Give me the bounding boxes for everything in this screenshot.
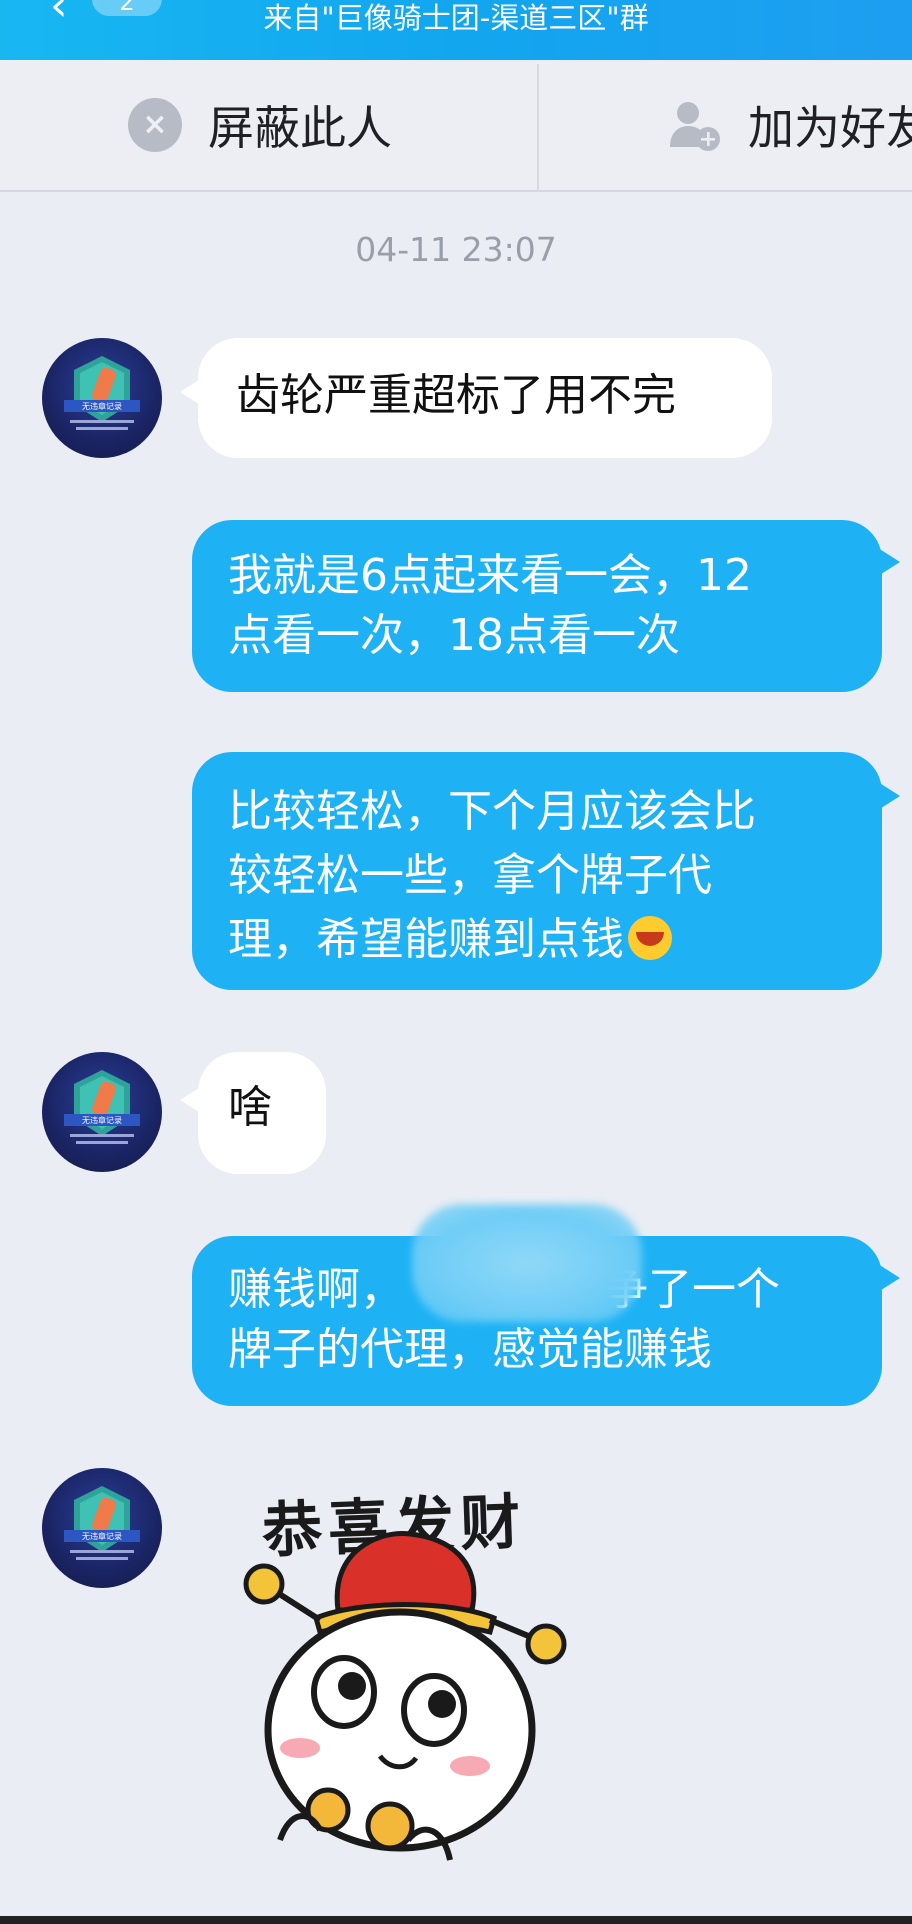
avatar-badge-text: 无违章记录: [82, 1115, 122, 1125]
bubble-tail: [878, 782, 900, 810]
bottom-edge: [0, 1916, 912, 1924]
block-user-label: 屏蔽此人: [208, 101, 392, 155]
message-bubble[interactable]: 比较轻松，下个月应该会比 较轻松一些，拿个牌子代 理，希望能赚到点钱: [192, 752, 882, 990]
message-timestamp: 04-11 23:07: [355, 230, 557, 269]
block-user-button[interactable]: × 屏蔽此人: [128, 60, 392, 190]
avatar-badge-text: 无违章记录: [82, 401, 122, 411]
message-text: 我就是6点起来看一会，12 点看一次，18点看一次: [228, 550, 752, 661]
add-friend-button[interactable]: 加为好友: [666, 60, 912, 190]
message-bubble[interactable]: 我就是6点起来看一会，12 点看一次，18点看一次: [192, 520, 882, 692]
message-bubble[interactable]: 齿轮严重超标了用不完: [198, 338, 772, 458]
stranger-action-bar: × 屏蔽此人 加为好友: [0, 60, 912, 192]
bubble-tail: [878, 1264, 900, 1292]
message-bubble[interactable]: 啥: [198, 1052, 326, 1174]
action-divider: [537, 64, 539, 190]
block-icon: ×: [128, 98, 182, 152]
message-text: 比较轻松，下个月应该会比 较轻松一些，拿个牌子代 理，希望能赚到点钱: [228, 786, 756, 965]
chat-source-title: 来自"巨像骑士团-渠道三区"群: [263, 1, 649, 35]
sender-avatar[interactable]: 无违章记录: [42, 1052, 162, 1172]
sender-avatar[interactable]: 无违章记录: [42, 338, 162, 458]
add-friend-label: 加为好友: [748, 101, 912, 155]
avatar-badge-text: 无违章记录: [82, 1531, 122, 1541]
message-text: 啥: [228, 1082, 272, 1133]
message-text: 齿轮严重超标了用不完: [236, 370, 676, 421]
chat-header: ‹ 2 来自"巨像骑士团-渠道三区"群: [0, 0, 912, 60]
redaction-blur: [412, 1204, 642, 1322]
laughing-emoji-icon: [628, 916, 672, 960]
bubble-tail: [878, 548, 900, 576]
sender-avatar[interactable]: 无违章记录: [42, 1468, 162, 1588]
god-of-wealth-sticker-icon[interactable]: [220, 1460, 600, 1880]
add-friend-icon: [670, 102, 720, 151]
